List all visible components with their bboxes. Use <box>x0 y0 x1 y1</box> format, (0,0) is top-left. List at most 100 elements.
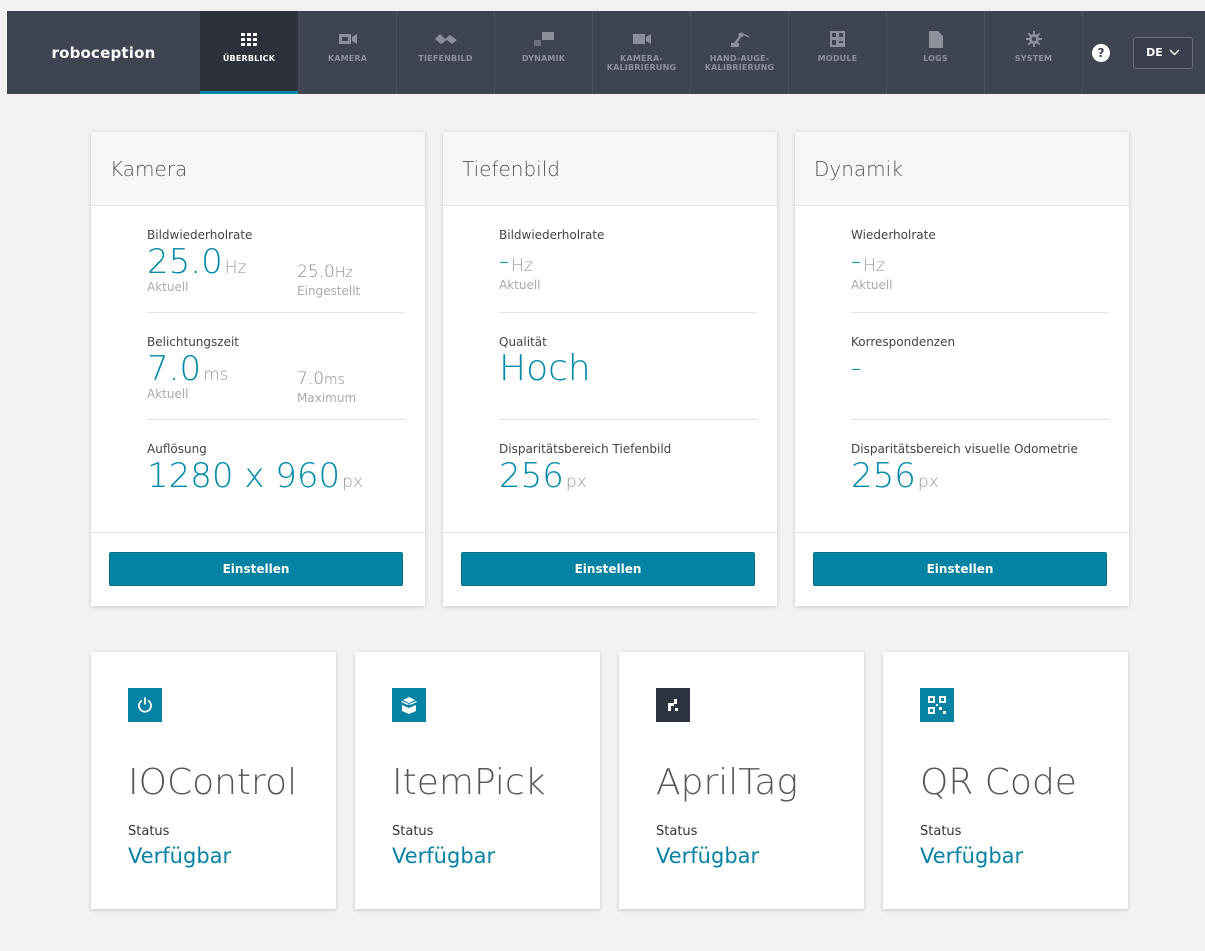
unit-label: Hz <box>863 256 885 276</box>
dynamics-settings-button[interactable]: Einstellen <box>813 552 1107 586</box>
exposure-section: Belichtungszeit 7.0 ms Aktuell 7.0ms Max… <box>147 313 406 420</box>
framerate-section: Bildwiederholrate 25.0 Hz Aktuell 25.0Hz… <box>147 206 406 313</box>
status-value: Verfügbar <box>128 844 232 868</box>
nav-label: SYSTEM <box>1014 54 1053 63</box>
disparity-section: Disparitätsbereich visuelle Odometrie 25… <box>851 420 1110 527</box>
nav-label: MODULE <box>817 54 858 63</box>
resolution-section: Auflösung 1280 x 960 px <box>147 420 406 527</box>
apriltag-icon <box>656 688 690 722</box>
nav-label: TIEFENBILD <box>418 54 473 63</box>
section-label: Auflösung <box>147 442 207 456</box>
nav-item-ueberblick[interactable]: ÜBERBLICK <box>200 11 298 94</box>
framerate-value: 25.0 <box>147 242 223 282</box>
status-label: Status <box>128 824 170 839</box>
unit-label: Hz <box>334 265 353 281</box>
section-label: Qualität <box>499 335 547 349</box>
status-value: Verfügbar <box>920 844 1024 868</box>
section-label: Bildwiederholrate <box>147 228 253 242</box>
status-value: Verfügbar <box>392 844 496 868</box>
robot-arm-icon <box>729 30 751 48</box>
disparity-section: Disparitätsbereich Tiefenbild 256 px <box>499 420 758 527</box>
rate-section: Wiederholrate - Hz Aktuell <box>851 206 1110 313</box>
card-title: Dynamik <box>795 132 1129 206</box>
nav-label: KAMERA <box>327 54 368 63</box>
nav-item-system[interactable]: SYSTEM <box>984 11 1082 94</box>
nav-item-module[interactable]: MODULE <box>788 11 886 94</box>
dynamics-icon <box>533 30 555 48</box>
module-card-iocontrol[interactable]: IOControl Status Verfügbar <box>91 652 336 909</box>
camera-settings-button[interactable]: Einstellen <box>109 552 403 586</box>
section-label: Disparitätsbereich visuelle Odometrie <box>851 442 1078 456</box>
module-title: AprilTag <box>656 762 798 803</box>
disparity-value: 256 <box>851 456 916 496</box>
nav-label: DYNAMIK <box>521 54 566 63</box>
module-card-qr-code[interactable]: QR Code Status Verfügbar <box>883 652 1128 909</box>
framerate-value: - <box>499 244 510 277</box>
module-card-apriltag[interactable]: AprilTag Status Verfügbar <box>619 652 864 909</box>
exposure-max-value: 7.0 <box>297 369 325 389</box>
depth-settings-button[interactable]: Einstellen <box>461 552 755 586</box>
card-title: Kamera <box>91 132 425 206</box>
exposure-value: 7.0 <box>147 349 202 389</box>
unit-label: ms <box>203 365 229 385</box>
nav-label: HAND-AUGE- KALIBRIERUNG <box>704 54 775 72</box>
language-select[interactable]: DE <box>1133 36 1193 69</box>
status-label: Status <box>656 824 698 839</box>
status-value: Verfügbar <box>656 844 760 868</box>
nav-item-tiefenbild[interactable]: TIEFENBILD <box>396 11 494 94</box>
section-label: Wiederholrate <box>851 228 936 242</box>
nav-item-kamera[interactable]: KAMERA <box>298 11 396 94</box>
camera-icon <box>337 30 359 48</box>
nav-label: KAMERA- KALIBRIERUNG <box>606 54 677 72</box>
navbar-right: ? DE <box>1082 11 1205 94</box>
correspondences-value: - <box>851 351 862 384</box>
module-title: ItemPick <box>392 762 546 803</box>
video-icon <box>631 30 653 48</box>
section-label: Belichtungszeit <box>147 335 239 349</box>
section-label: Korrespondenzen <box>851 335 956 349</box>
framerate-section: Bildwiederholrate - Hz Aktuell <box>499 206 758 313</box>
sub-label: Maximum <box>297 391 357 405</box>
grid-icon <box>238 30 260 48</box>
section-label: Disparitätsbereich Tiefenbild <box>499 442 672 456</box>
card-title: Tiefenbild <box>443 132 777 206</box>
sub-label: Aktuell <box>147 280 189 294</box>
unit-label: Hz <box>511 256 533 276</box>
help-icon[interactable]: ? <box>1092 43 1110 62</box>
unit-label: ms <box>324 372 345 388</box>
module-card-itempick[interactable]: ItemPick Status Verfügbar <box>355 652 600 909</box>
camera-card: Kamera Bildwiederholrate 25.0 Hz Aktuell… <box>91 132 425 606</box>
resolution-value: 1280 x 960 <box>147 456 341 496</box>
framerate-set-value: 25.0 <box>297 262 335 282</box>
sub-label: Aktuell <box>499 278 541 292</box>
nav-item-kamera-kalibrierung[interactable]: KAMERA- KALIBRIERUNG <box>592 11 690 94</box>
status-label: Status <box>392 824 434 839</box>
nav-item-logs[interactable]: LOGS <box>886 11 984 94</box>
nav-label: LOGS <box>923 54 948 63</box>
language-value: DE <box>1146 46 1163 59</box>
correspondences-section: Korrespondenzen - <box>851 313 1110 420</box>
chevron-down-icon <box>1169 46 1180 59</box>
unit-label: px <box>565 472 587 492</box>
brand-logo[interactable]: roboception <box>7 11 200 94</box>
depth-card: Tiefenbild Bildwiederholrate - Hz Aktuel… <box>443 132 777 606</box>
sub-label: Aktuell <box>147 387 189 401</box>
sub-label: Eingestellt <box>297 284 361 298</box>
section-label: Bildwiederholrate <box>499 228 605 242</box>
quality-value: Hoch <box>499 348 591 389</box>
module-title: IOControl <box>128 762 298 803</box>
nav-item-dynamik[interactable]: DYNAMIK <box>494 11 592 94</box>
depth-icon <box>434 30 457 48</box>
modules-icon <box>827 30 849 48</box>
unit-label: px <box>917 472 939 492</box>
qr-code-icon <box>920 688 954 722</box>
power-icon <box>128 688 162 722</box>
box-icon <box>392 688 426 722</box>
module-title: QR Code <box>920 762 1077 803</box>
status-label: Status <box>920 824 962 839</box>
top-navbar: roboception ÜBERBLICK KAMERA TIEFENBILD … <box>7 11 1205 94</box>
dynamics-card: Dynamik Wiederholrate - Hz Aktuell Korre… <box>795 132 1129 606</box>
unit-label: Hz <box>224 258 247 278</box>
nav-item-hand-auge-kalibrierung[interactable]: HAND-AUGE- KALIBRIERUNG <box>690 11 788 94</box>
gear-icon <box>1023 30 1045 48</box>
